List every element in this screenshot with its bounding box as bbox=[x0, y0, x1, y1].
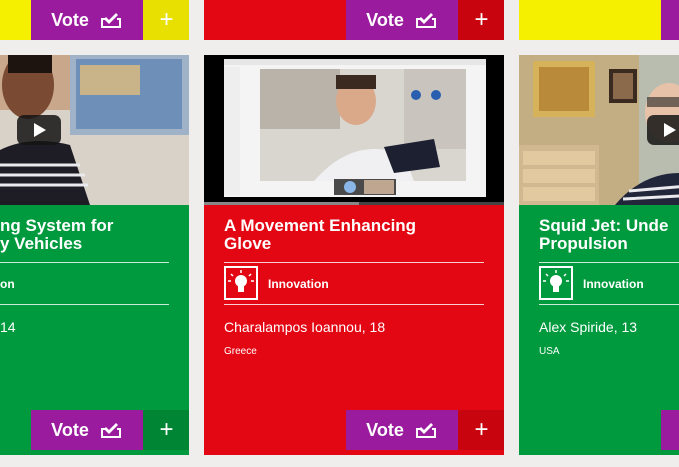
project-card-left[interactable]: ng System for y Vehicles on 14 Vote + bbox=[0, 205, 189, 455]
add-label: + bbox=[474, 416, 489, 443]
lightbulb-icon bbox=[224, 266, 258, 300]
author-country: USA bbox=[539, 346, 560, 357]
video-thumbnail-left[interactable] bbox=[0, 55, 189, 205]
top-card-middle: Vote + bbox=[204, 0, 504, 40]
top-card-left: Vote + bbox=[0, 0, 189, 40]
add-button[interactable]: + bbox=[458, 0, 504, 40]
author-name: Alex Spiride, 13 bbox=[539, 319, 638, 335]
add-button[interactable]: + bbox=[143, 0, 189, 40]
lightbulb-icon bbox=[539, 266, 573, 300]
divider bbox=[224, 304, 484, 305]
divider bbox=[0, 262, 169, 263]
project-title[interactable]: ng System for y Vehicles bbox=[0, 217, 175, 253]
vote-button[interactable] bbox=[661, 0, 679, 40]
author-name: 14 bbox=[0, 319, 16, 335]
add-label: + bbox=[159, 416, 174, 443]
category-label: Innovation bbox=[583, 277, 644, 291]
play-button[interactable] bbox=[647, 115, 679, 145]
vote-button[interactable]: Vote bbox=[31, 0, 143, 40]
divider bbox=[539, 262, 679, 263]
vote-label: Vote bbox=[366, 9, 404, 30]
ballot-box-icon bbox=[415, 423, 436, 438]
add-label: + bbox=[159, 6, 174, 33]
add-label: + bbox=[474, 6, 489, 33]
ballot-box-icon bbox=[100, 13, 121, 28]
video-frame bbox=[204, 55, 504, 205]
category-label: on bbox=[0, 277, 15, 291]
video-thumbnail-right[interactable] bbox=[519, 55, 679, 205]
author-name: Charalampos Ioannou, 18 bbox=[224, 319, 386, 335]
divider bbox=[224, 262, 484, 263]
divider bbox=[539, 304, 679, 305]
vote-label: Vote bbox=[51, 419, 89, 440]
author-country: Greece bbox=[224, 346, 257, 357]
vote-label: Vote bbox=[366, 419, 404, 440]
video-thumbnail-middle[interactable] bbox=[204, 55, 504, 205]
ballot-box-icon bbox=[100, 423, 121, 438]
project-title[interactable]: Squid Jet: Unde Propulsion bbox=[539, 217, 679, 253]
project-card-right[interactable]: Squid Jet: Unde Propulsion Innovation Al… bbox=[519, 205, 679, 455]
vote-button[interactable]: Vote bbox=[31, 410, 143, 450]
project-card-middle[interactable]: A Movement Enhancing Glove Innovation Ch… bbox=[204, 205, 504, 455]
ballot-box-icon bbox=[415, 13, 436, 28]
vote-button[interactable] bbox=[661, 410, 679, 450]
divider bbox=[0, 304, 169, 305]
vote-label: Vote bbox=[51, 9, 89, 30]
vote-button[interactable]: Vote bbox=[346, 0, 458, 40]
add-button[interactable]: + bbox=[458, 410, 504, 450]
project-title[interactable]: A Movement Enhancing Glove bbox=[224, 217, 490, 253]
category-label: Innovation bbox=[268, 277, 329, 291]
play-button[interactable] bbox=[17, 115, 61, 145]
vote-button[interactable]: Vote bbox=[346, 410, 458, 450]
top-card-right bbox=[519, 0, 679, 40]
add-button[interactable]: + bbox=[143, 410, 189, 450]
